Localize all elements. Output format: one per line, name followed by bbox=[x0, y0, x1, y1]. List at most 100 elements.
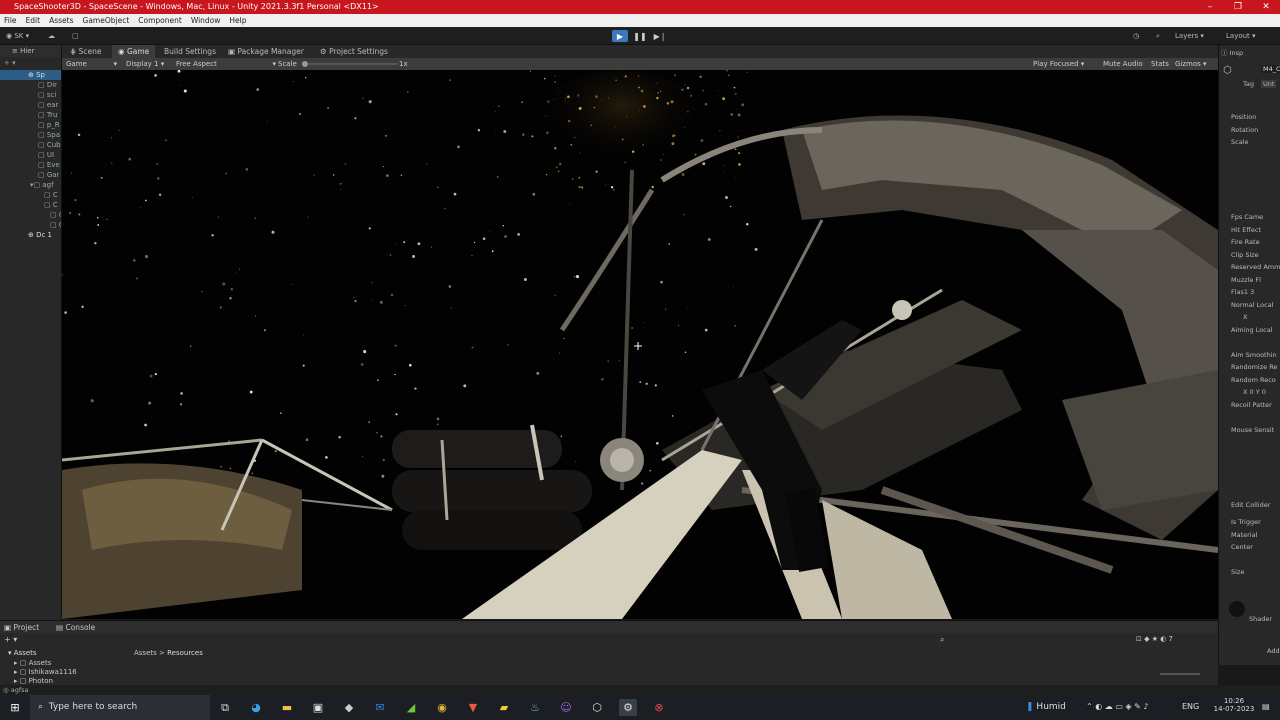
edge-icon[interactable]: ◕ bbox=[247, 699, 265, 716]
steam-icon[interactable]: ♨ bbox=[526, 699, 544, 716]
tab-package-manager[interactable]: ▣ Package Manager bbox=[222, 45, 310, 58]
tag-dropdown[interactable]: Unt bbox=[1261, 80, 1277, 88]
mail-icon[interactable]: ✉ bbox=[371, 699, 389, 716]
list-item[interactable]: ▾▢ agf bbox=[0, 180, 61, 190]
hierarchy-tab[interactable]: ≡ Hier bbox=[0, 45, 61, 57]
object-name-field[interactable]: M4_C bbox=[1261, 65, 1280, 73]
menu-help[interactable]: Help bbox=[229, 14, 246, 27]
notes-icon[interactable]: ▰ bbox=[495, 699, 513, 716]
list-item[interactable]: ▢ UI bbox=[0, 150, 61, 160]
menu-file[interactable]: File bbox=[4, 14, 17, 27]
vector-fields[interactable]: X 0 Y 0 bbox=[1243, 388, 1266, 396]
tree-item[interactable]: ▸ ▢ Photon bbox=[14, 677, 53, 685]
taskbar-search[interactable]: ⌕ Type here to search bbox=[30, 695, 210, 720]
maximize-button[interactable]: ❐ bbox=[1224, 0, 1252, 14]
tree-item[interactable]: ▸ ▢ Assets bbox=[14, 659, 51, 667]
list-item-label: sci bbox=[46, 91, 57, 99]
list-item[interactable]: ▢ Eve bbox=[0, 160, 61, 170]
tab-scene[interactable]: ⋕ Scene bbox=[64, 45, 108, 58]
menu-assets[interactable]: Assets bbox=[49, 14, 73, 27]
brave-icon[interactable]: ▼ bbox=[464, 699, 482, 716]
scale-slider-handle[interactable] bbox=[302, 61, 308, 67]
tab-console[interactable]: ▤ Console bbox=[56, 623, 95, 632]
filter-icons[interactable]: ⊡ ◆ ★ ◐ 7 bbox=[1136, 635, 1173, 643]
history-icon[interactable]: ◷ bbox=[1133, 30, 1139, 42]
list-item[interactable]: ▢ ear bbox=[0, 100, 61, 110]
menu-component[interactable]: Component bbox=[138, 14, 182, 27]
list-item[interactable]: ▢ Tru bbox=[0, 110, 61, 120]
breadcrumb-assets[interactable]: Assets bbox=[134, 649, 157, 657]
city-light bbox=[713, 171, 715, 173]
gizmos-dropdown[interactable]: Gizmos ▾ bbox=[1175, 58, 1207, 70]
pause-button[interactable]: ❚❚ bbox=[632, 30, 648, 42]
menu-window[interactable]: Window bbox=[191, 14, 221, 27]
vector-fields[interactable]: X bbox=[1243, 313, 1247, 321]
tab-build-settings[interactable]: Build Settings bbox=[158, 45, 222, 58]
discord-icon[interactable]: ☺ bbox=[557, 699, 575, 716]
list-item[interactable]: ▢ Gar bbox=[0, 170, 61, 180]
tray-icons[interactable]: ⌃ ◐ ☁ ▭ ◈ ✎ ♪ bbox=[1086, 702, 1148, 711]
chrome-icon[interactable]: ◉ bbox=[433, 699, 451, 716]
layers-dropdown[interactable]: Layers ▾ bbox=[1175, 30, 1204, 42]
menu-edit[interactable]: Edit bbox=[26, 14, 41, 27]
mute-audio-toggle[interactable]: Mute Audio bbox=[1103, 58, 1143, 70]
list-item[interactable]: ▢ G bbox=[0, 210, 61, 220]
recorder-icon[interactable]: ⊗ bbox=[650, 699, 668, 716]
clock[interactable]: 10:26 14-07-2023 bbox=[1212, 697, 1256, 713]
aspect-dropdown[interactable]: Free Aspect ▾ bbox=[176, 58, 276, 70]
scale-slider[interactable] bbox=[302, 61, 398, 67]
game-viewport[interactable] bbox=[62, 70, 1218, 619]
minimize-button[interactable]: – bbox=[1196, 0, 1224, 14]
layout-dropdown[interactable]: Layout ▾ bbox=[1226, 30, 1256, 42]
inspector-tab[interactable]: ⓘ Insp bbox=[1221, 47, 1243, 57]
play-focused-dropdown[interactable]: Play Focused ▾ bbox=[1033, 58, 1084, 70]
add-icon[interactable]: + ▾ bbox=[4, 59, 16, 67]
unity-editor-icon[interactable]: ⚙ bbox=[619, 699, 637, 716]
display-dropdown[interactable]: Display 1 ▾ bbox=[126, 58, 164, 70]
store-icon[interactable]: ▣ bbox=[309, 699, 327, 716]
notifications-icon[interactable]: ▤ bbox=[1262, 702, 1270, 711]
tree-item[interactable]: ▸ ▢ Ishikawa1116 bbox=[14, 668, 77, 676]
task-view-icon[interactable]: ⧉ bbox=[216, 699, 234, 716]
list-item[interactable]: ▢ Dir bbox=[0, 80, 61, 90]
city-light bbox=[572, 146, 574, 148]
tab-project-settings[interactable]: ⚙ Project Settings bbox=[314, 45, 394, 58]
cloud-icon[interactable]: ☁ bbox=[48, 30, 55, 42]
unity-hub-icon[interactable]: ◆ bbox=[340, 699, 358, 716]
game-mode-dropdown[interactable]: Game ▾ bbox=[66, 58, 117, 70]
file-explorer-icon[interactable]: ▬ bbox=[278, 699, 296, 716]
breadcrumb-resources[interactable]: Resources bbox=[167, 649, 203, 657]
stats-toggle[interactable]: Stats bbox=[1151, 58, 1169, 70]
tab-game[interactable]: ◉ Game bbox=[112, 45, 156, 58]
step-button[interactable]: ▶❘ bbox=[652, 30, 668, 42]
tree-item[interactable]: ▾ Assets bbox=[8, 649, 37, 657]
edit-collider-button[interactable]: Edit Collider bbox=[1231, 501, 1270, 509]
star bbox=[377, 379, 379, 382]
list-item[interactable]: ⊕ Sp bbox=[0, 70, 61, 80]
unity-icon[interactable]: ⬡ bbox=[588, 699, 606, 716]
play-button[interactable]: ▶ bbox=[612, 30, 628, 42]
list-item[interactable]: ▢ p_R bbox=[0, 120, 61, 130]
search-icon[interactable]: ⌕ bbox=[940, 635, 944, 645]
tab-project[interactable]: ▣ Project bbox=[4, 623, 39, 632]
account-button[interactable]: ◉ SK ▾ bbox=[6, 30, 29, 42]
add-component-button[interactable]: Add C bbox=[1267, 647, 1280, 655]
list-item[interactable]: ▢ C bbox=[0, 190, 61, 200]
add-asset-button[interactable]: + ▾ bbox=[4, 635, 17, 644]
list-item[interactable]: ▢ C bbox=[0, 200, 61, 210]
list-item[interactable]: ▢ C bbox=[0, 220, 61, 230]
weather-widget[interactable]: ❚ Humid bbox=[1026, 702, 1066, 712]
language-indicator[interactable]: ENG bbox=[1182, 702, 1199, 711]
game-icon[interactable]: ◢ bbox=[402, 699, 420, 716]
city-light bbox=[730, 113, 733, 116]
windows-start-icon[interactable]: ⊞ bbox=[6, 699, 24, 716]
list-item[interactable]: ⊕ Dc 1 bbox=[0, 230, 61, 240]
close-button[interactable]: ✕ bbox=[1252, 0, 1280, 14]
zoom-slider[interactable] bbox=[1160, 673, 1200, 675]
search-icon[interactable]: ⌕ bbox=[1156, 30, 1160, 42]
list-item[interactable]: ▢ Spa bbox=[0, 130, 61, 140]
menu-gameobject[interactable]: GameObject bbox=[83, 14, 130, 27]
collab-icon[interactable]: ▢ bbox=[72, 30, 79, 42]
list-item[interactable]: ▢ Cub bbox=[0, 140, 61, 150]
list-item[interactable]: ▢ sci bbox=[0, 90, 61, 100]
